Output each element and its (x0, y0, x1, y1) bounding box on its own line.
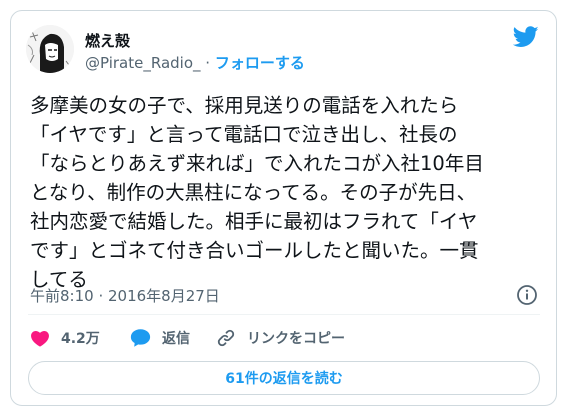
author-handle-row: @Pirate_Radio_ · フォローする (85, 52, 305, 73)
author-handle[interactable]: @Pirate_Radio_ (85, 54, 201, 72)
like-button[interactable]: 4.2万 (30, 327, 100, 349)
read-replies-button[interactable]: 61件の返信を読む (28, 361, 540, 395)
info-icon[interactable] (516, 284, 538, 306)
author-display-name[interactable]: 燃え殻 (85, 30, 130, 51)
reply-label: 返信 (162, 331, 190, 347)
like-count: 4.2万 (61, 331, 100, 347)
handle-separator: · (205, 54, 211, 72)
divider (28, 314, 540, 315)
link-icon (217, 329, 235, 347)
heart-icon (31, 331, 49, 347)
copy-link-button[interactable]: リンクをコピー (216, 327, 345, 349)
read-replies-label: 61件の返信を読む (225, 371, 343, 387)
twitter-bird-icon[interactable] (513, 26, 539, 48)
copy-link-label: リンクをコピー (247, 331, 345, 347)
follow-button[interactable]: フォローする (215, 54, 305, 72)
tweet-timestamp[interactable]: 午前8:10 · 2016年8月27日 (30, 285, 220, 306)
tweet-text: 多摩美の女の子で、採用見送りの電話を入れたら 「イヤです」と言って電話口で泣き出… (30, 94, 484, 291)
avatar-drawing-icon (26, 25, 74, 73)
speech-bubble-icon (130, 329, 151, 347)
avatar[interactable] (26, 25, 74, 73)
reply-button[interactable]: 返信 (130, 327, 190, 349)
